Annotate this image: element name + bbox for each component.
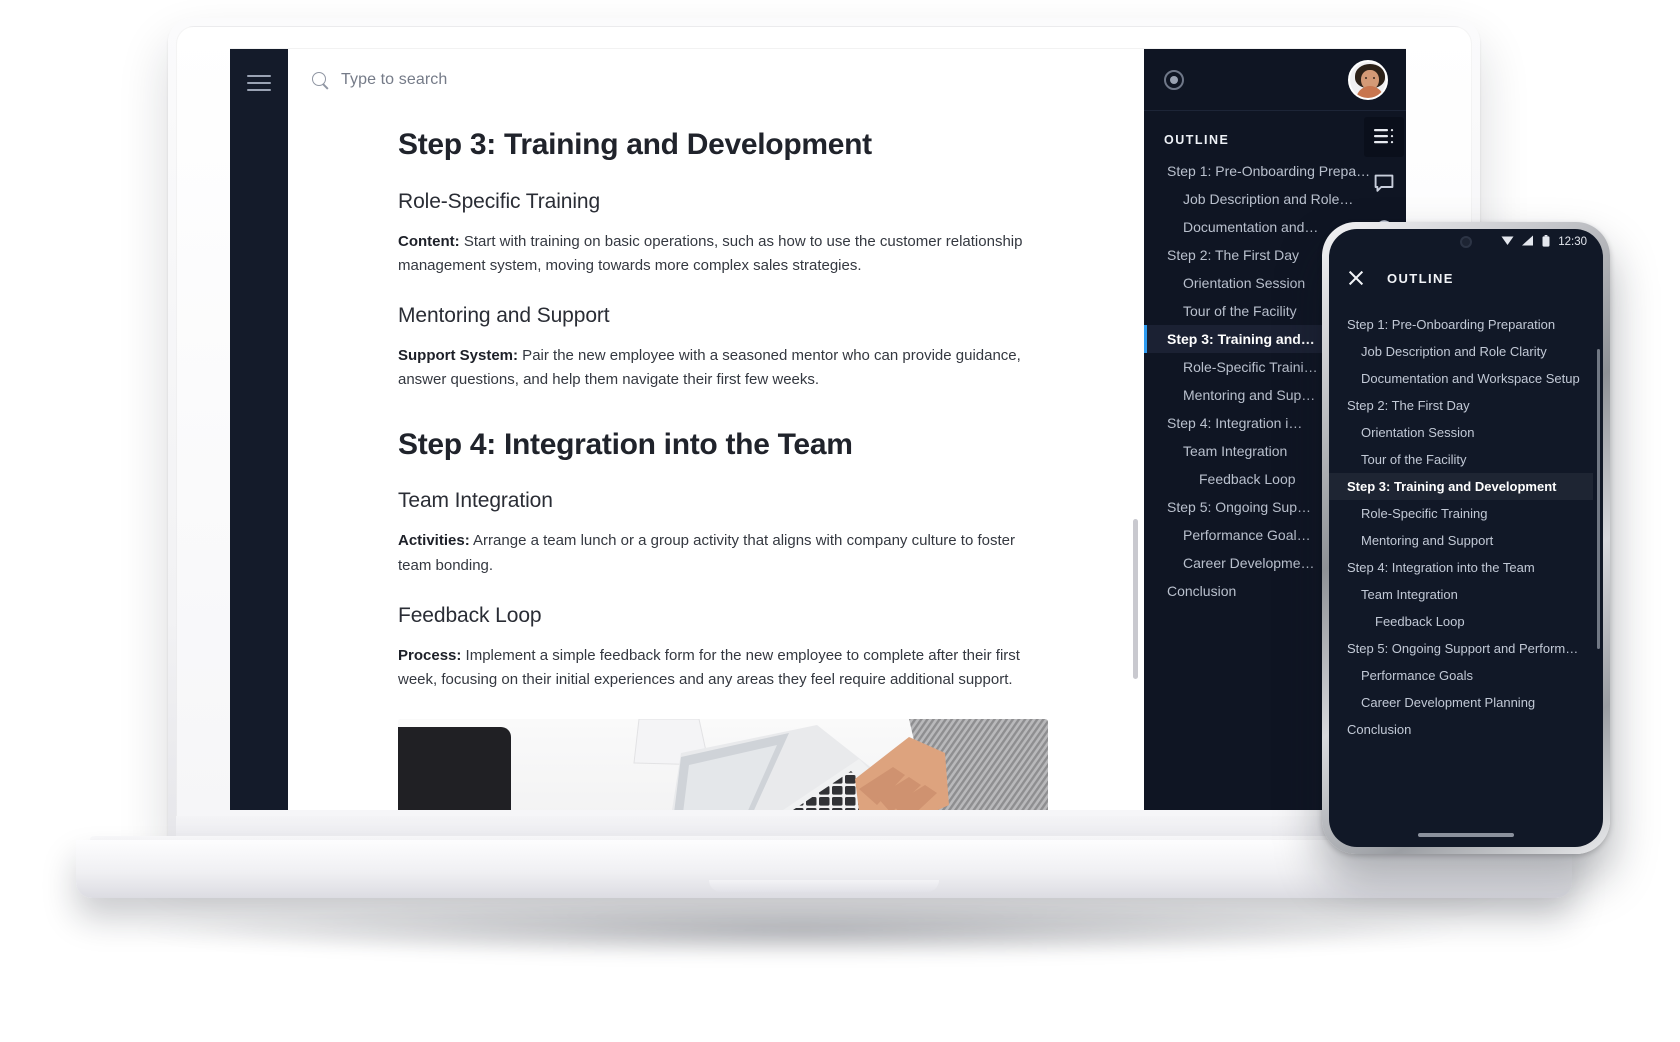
device-shadow <box>120 900 1480 960</box>
paragraph-text: Implement a simple feedback form for the… <box>398 646 1020 689</box>
outline-item[interactable]: Role-Specific Training <box>1329 500 1593 527</box>
comment-icon[interactable] <box>1364 163 1404 203</box>
laptop-screen: Type to search Step 3: Training and Deve… <box>230 48 1406 810</box>
record-circle-icon[interactable] <box>1164 69 1184 90</box>
phone-camera-icon <box>1460 236 1472 248</box>
section-heading-role-specific-training: Role-Specific Training <box>398 189 601 213</box>
phone-outline-list[interactable]: Step 1: Pre-Onboarding Preparation Job De… <box>1329 301 1603 743</box>
outline-item[interactable]: Tour of the Facility <box>1329 446 1593 473</box>
outline-item[interactable]: Performance Goals <box>1329 662 1593 689</box>
search-placeholder: Type to search <box>341 71 448 88</box>
page-title-step-4: Step 4: Integration into the Team <box>398 427 853 461</box>
paragraph-label: Content: <box>398 232 460 250</box>
phone-scrollbar[interactable] <box>1597 349 1600 649</box>
outline-item[interactable]: Feedback Loop <box>1329 608 1593 635</box>
top-bar: Type to search <box>288 49 1144 111</box>
paragraph-text: Start with training on basic operations,… <box>398 232 1023 274</box>
paragraph-text: Arrange a team lunch or a group activity… <box>398 532 1015 574</box>
document-image <box>398 718 1048 810</box>
outline-item[interactable]: Documentation and Workspace Setup <box>1329 365 1593 392</box>
paragraph-label: Activities: <box>398 532 470 550</box>
battery-icon <box>1542 234 1550 250</box>
paragraph-label: Support System: <box>398 347 519 365</box>
app-window: Type to search Step 3: Training and Deve… <box>230 49 1406 810</box>
search-icon <box>312 71 329 89</box>
paragraph-activities: Activities: Arrange a team lunch or a gr… <box>398 529 1048 578</box>
outline-item[interactable]: Step 4: Integration into the Team <box>1329 554 1593 581</box>
hamburger-icon[interactable] <box>247 75 271 91</box>
phone-outline-title: OUTLINE <box>1387 270 1454 286</box>
laptop-device: Type to search Step 3: Training and Deve… <box>76 18 1572 898</box>
outline-panel-header <box>1144 49 1406 111</box>
document-column: Type to search Step 3: Training and Deve… <box>288 49 1144 810</box>
outline-item[interactable]: Team Integration <box>1329 581 1593 608</box>
document-scrollbar[interactable] <box>1133 519 1138 679</box>
paragraph-label: Process: <box>398 646 462 664</box>
phone-home-indicator <box>1418 833 1514 837</box>
desk-photo-illustration <box>398 718 1048 810</box>
paragraph-support: Support System: Pair the new employee wi… <box>398 344 1048 393</box>
laptop-lid: Type to search Step 3: Training and Deve… <box>168 18 1480 846</box>
section-heading-feedback-loop: Feedback Loop <box>398 603 542 627</box>
outline-item[interactable]: Step 3: Training and Development <box>1329 473 1593 500</box>
phone-device: 12:30 OUTLINE Step 1: Pre-Onboarding Pre… <box>1322 222 1610 854</box>
section-heading-mentoring-and-support: Mentoring and Support <box>398 304 610 328</box>
wifi-icon <box>1501 235 1514 249</box>
paragraph-process: Process: Implement a simple feedback for… <box>398 644 1048 693</box>
outline-item[interactable]: Orientation Session <box>1329 419 1593 446</box>
phone-clock: 12:30 <box>1558 236 1587 248</box>
left-nav-rail <box>230 49 288 810</box>
phone-screen: 12:30 OUTLINE Step 1: Pre-Onboarding Pre… <box>1329 229 1603 847</box>
page-title: Step 3: Training and Development <box>398 128 872 161</box>
outline-item[interactable]: Career Development Planning <box>1329 689 1593 716</box>
outline-item[interactable]: Step 1: Pre-Onboarding Preparation <box>1329 311 1593 338</box>
document-body: Step 3: Training and Development Role-Sp… <box>288 111 1144 810</box>
signal-icon <box>1522 235 1534 249</box>
mockup-stage: Type to search Step 3: Training and Deve… <box>0 0 1680 1042</box>
paragraph-content: Content: Start with training on basic op… <box>398 230 1048 279</box>
search-bar[interactable]: Type to search <box>312 71 447 89</box>
phone-outline-header: OUTLINE <box>1329 255 1603 301</box>
avatar[interactable] <box>1348 59 1388 100</box>
phone-frame: 12:30 OUTLINE Step 1: Pre-Onboarding Pre… <box>1322 222 1610 854</box>
outline-item[interactable]: Job Description and Role Clarity <box>1329 338 1593 365</box>
outline-item[interactable]: Step 2: The First Day <box>1329 392 1593 419</box>
outline-item[interactable]: Conclusion <box>1329 716 1593 743</box>
outline-item[interactable]: Mentoring and Support <box>1329 527 1593 554</box>
close-icon[interactable] <box>1347 269 1365 287</box>
outline-list-icon[interactable] <box>1364 117 1404 157</box>
outline-item[interactable]: Step 5: Ongoing Support and Performan… <box>1329 635 1593 662</box>
section-heading-team-integration: Team Integration <box>398 489 553 513</box>
